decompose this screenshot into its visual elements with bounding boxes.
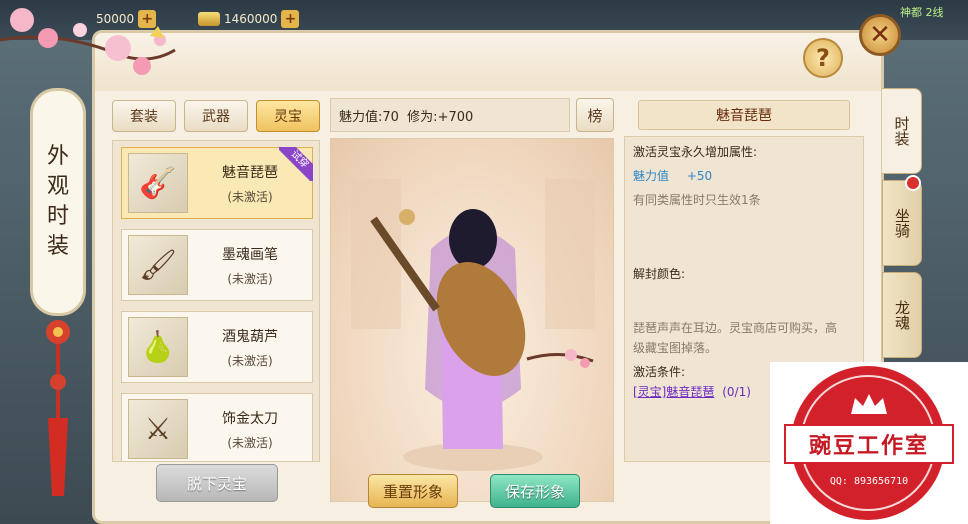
ribbon-label: 试穿 bbox=[279, 147, 313, 181]
gold-ingot-icon bbox=[198, 12, 220, 26]
map-line-label: 神都 2线 bbox=[900, 6, 944, 19]
pipa-icon: 🎸 bbox=[128, 153, 188, 213]
stamp-qq: QQ: 893656710 bbox=[829, 476, 909, 487]
desc-line-1: 琵琶声声在耳边。灵宝商店可购买，高 bbox=[633, 321, 838, 335]
attr-line: 魅力值 +50 bbox=[633, 167, 712, 184]
close-icon: ✕ bbox=[869, 20, 891, 50]
panel-header bbox=[95, 33, 881, 91]
red-tassel-decoration bbox=[46, 320, 70, 496]
stats-bar: 魅力值:70 修为:+700 bbox=[330, 98, 570, 132]
condition-link[interactable]: [灵宝]魅音琵琶 bbox=[633, 385, 714, 399]
activate-heading: 激活灵宝永久增加属性: bbox=[633, 145, 758, 159]
list-item[interactable]: 🎸 魅音琵琶 (未激活) 试穿 bbox=[121, 147, 313, 219]
category-tabs: 套装 武器 灵宝 bbox=[112, 100, 320, 132]
ranking-button[interactable]: 榜 bbox=[576, 98, 614, 132]
unequip-treasure-button[interactable]: 脱下灵宝 bbox=[156, 464, 278, 502]
tab-dragon-soul[interactable]: 龙魂 bbox=[882, 272, 922, 358]
tab-spirit-treasure[interactable]: 灵宝 bbox=[256, 100, 320, 132]
gold-amount: 1460000 bbox=[224, 12, 278, 26]
crown-icon bbox=[851, 394, 887, 414]
stamp-title: 豌豆工作室 bbox=[808, 433, 929, 459]
save-appearance-button[interactable]: 保存形象 bbox=[490, 474, 580, 508]
item-state: (未激活) bbox=[227, 435, 273, 450]
close-button[interactable]: ✕ bbox=[859, 14, 901, 56]
tab-suit[interactable]: 套装 bbox=[112, 100, 176, 132]
trial-ribbon: 试穿 bbox=[279, 147, 313, 181]
tab-label: 坐骑 bbox=[893, 208, 911, 238]
brush-icon: 🖌 bbox=[128, 235, 188, 295]
item-state: (未激活) bbox=[227, 189, 273, 204]
notification-dot-icon bbox=[905, 175, 921, 191]
tab-mount[interactable]: 坐骑 bbox=[882, 175, 922, 266]
info-title: 魅音琵琶 bbox=[638, 100, 850, 130]
title-char: 装 bbox=[46, 234, 69, 259]
item-name: 墨魂画笔 bbox=[222, 246, 278, 263]
currency-gold: 1460000 + bbox=[198, 8, 300, 30]
item-state: (未激活) bbox=[227, 353, 273, 368]
character-preview[interactable] bbox=[330, 138, 614, 502]
list-item[interactable]: ⚔ 饰金太刀 (未激活) bbox=[121, 393, 313, 461]
stamp-title-band: 豌豆工作室 bbox=[784, 424, 954, 464]
gourd-icon: 🍐 bbox=[128, 317, 188, 377]
treasure-list[interactable]: 🎸 魅音琵琶 (未激活) 试穿 🖌 墨魂画笔 (未激活) 🍐 酒鬼葫芦 (未激活… bbox=[112, 140, 320, 462]
studio-watermark: 豌豆工作室 QQ: 893656710 bbox=[770, 362, 968, 524]
character-model-illustration bbox=[351, 179, 595, 471]
silver-amount: 50000 bbox=[96, 12, 135, 26]
title-char: 时 bbox=[46, 204, 69, 229]
sword-icon: ⚔ bbox=[128, 399, 188, 459]
item-name: 酒鬼葫芦 bbox=[222, 328, 278, 345]
list-item[interactable]: 🍐 酒鬼葫芦 (未激活) bbox=[121, 311, 313, 383]
title-char: 观 bbox=[46, 174, 69, 199]
add-gold-button[interactable]: + bbox=[281, 10, 300, 28]
panel-title-scroll: 外 观 时 装 bbox=[30, 88, 86, 316]
attr-note: 有同类属性时只生效1条 bbox=[633, 193, 761, 207]
attr-value: +50 bbox=[686, 169, 713, 183]
list-item[interactable]: 🖌 墨魂画笔 (未激活) bbox=[121, 229, 313, 301]
condition-line: [灵宝]魅音琵琶 (0/1) bbox=[633, 383, 751, 400]
desc-line-2: 级藏宝图掉落。 bbox=[633, 341, 718, 355]
add-silver-button[interactable]: + bbox=[138, 10, 157, 28]
title-char: 外 bbox=[46, 144, 69, 169]
item-state: (未激活) bbox=[227, 271, 273, 286]
tab-fashion[interactable]: 时装 bbox=[882, 88, 922, 174]
condition-heading: 激活条件: bbox=[633, 365, 686, 379]
tab-weapon[interactable]: 武器 bbox=[184, 100, 248, 132]
reset-appearance-button[interactable]: 重置形象 bbox=[368, 474, 458, 508]
currency-silver: 50000 + bbox=[96, 8, 157, 30]
unlock-color-heading: 解封颜色: bbox=[633, 267, 686, 281]
stats-text: 魅力值:70 修为:+700 bbox=[339, 109, 474, 125]
condition-count: (0/1) bbox=[722, 385, 751, 399]
tab-label: 龙魂 bbox=[893, 300, 911, 330]
item-name: 饰金太刀 bbox=[222, 410, 278, 427]
tab-label: 时装 bbox=[892, 116, 911, 146]
help-button[interactable]: ? bbox=[803, 38, 843, 78]
attr-name: 魅力值 bbox=[633, 169, 670, 183]
